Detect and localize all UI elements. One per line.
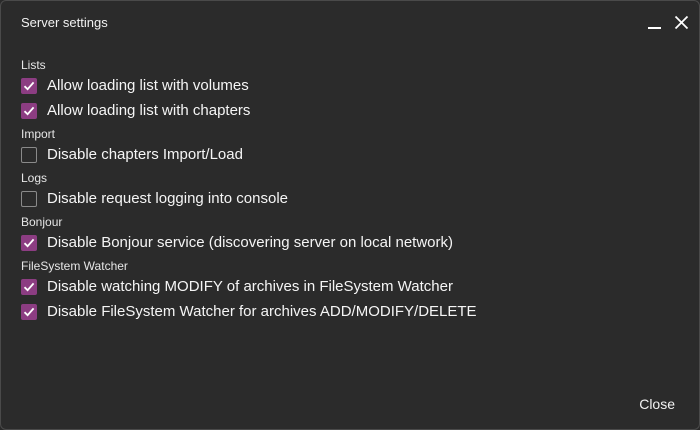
checkbox-box[interactable] <box>21 190 37 207</box>
group-bonjour: Bonjour Disable Bonjour service (discove… <box>21 214 679 255</box>
checkbox-disable-request-logging[interactable]: Disable request logging into console <box>21 186 679 211</box>
group-logs: Logs Disable request logging into consol… <box>21 170 679 211</box>
checkbox-label: Disable chapters Import/Load <box>47 146 243 163</box>
checkbox-allow-chapters[interactable]: Allow loading list with chapters <box>21 98 679 123</box>
checkbox-label: Disable FileSystem Watcher for archives … <box>47 303 477 320</box>
close-button[interactable]: Close <box>639 396 675 412</box>
settings-content: Lists Allow loading list with volumes Al… <box>21 57 679 324</box>
checkmark-icon <box>23 282 35 292</box>
group-label-import: Import <box>21 127 56 141</box>
checkmark-icon <box>23 238 35 248</box>
checkbox-label: Disable Bonjour service (discovering ser… <box>47 234 454 251</box>
checkbox-box[interactable] <box>21 303 37 320</box>
checkbox-box[interactable] <box>21 146 37 163</box>
window-title: Server settings <box>21 15 108 30</box>
close-icon <box>674 15 689 30</box>
group-label-logs: Logs <box>21 171 48 185</box>
title-bar: Server settings <box>1 1 699 45</box>
checkbox-disable-watching-modify[interactable]: Disable watching MODIFY of archives in F… <box>21 274 679 299</box>
group-import: Import Disable chapters Import/Load <box>21 126 679 167</box>
group-filesystem-watcher: FileSystem Watcher Disable watching MODI… <box>21 258 679 324</box>
checkmark-icon <box>23 307 35 317</box>
checkmark-icon <box>23 106 35 116</box>
group-label-lists: Lists <box>21 58 46 72</box>
minimize-icon <box>648 27 661 29</box>
checkmark-icon <box>23 81 35 91</box>
checkbox-box[interactable] <box>21 77 37 94</box>
checkbox-label: Disable request logging into console <box>47 190 288 207</box>
checkbox-label: Allow loading list with chapters <box>47 102 251 119</box>
server-settings-dialog: Server settings Lists Allow loading list… <box>0 0 700 430</box>
checkbox-disable-bonjour[interactable]: Disable Bonjour service (discovering ser… <box>21 230 679 255</box>
checkbox-label: Allow loading list with volumes <box>47 77 249 94</box>
group-lists: Lists Allow loading list with volumes Al… <box>21 57 679 123</box>
checkbox-box[interactable] <box>21 234 37 251</box>
checkbox-box[interactable] <box>21 102 37 119</box>
checkbox-disable-filesystem-watcher[interactable]: Disable FileSystem Watcher for archives … <box>21 299 679 324</box>
checkbox-box[interactable] <box>21 278 37 295</box>
close-window-button[interactable] <box>671 11 693 33</box>
checkbox-disable-import[interactable]: Disable chapters Import/Load <box>21 142 679 167</box>
minimize-button[interactable] <box>644 11 666 33</box>
checkbox-label: Disable watching MODIFY of archives in F… <box>47 278 453 295</box>
group-label-bonjour: Bonjour <box>21 215 63 229</box>
checkbox-allow-volumes[interactable]: Allow loading list with volumes <box>21 73 679 98</box>
group-label-filesystem-watcher: FileSystem Watcher <box>21 259 128 273</box>
